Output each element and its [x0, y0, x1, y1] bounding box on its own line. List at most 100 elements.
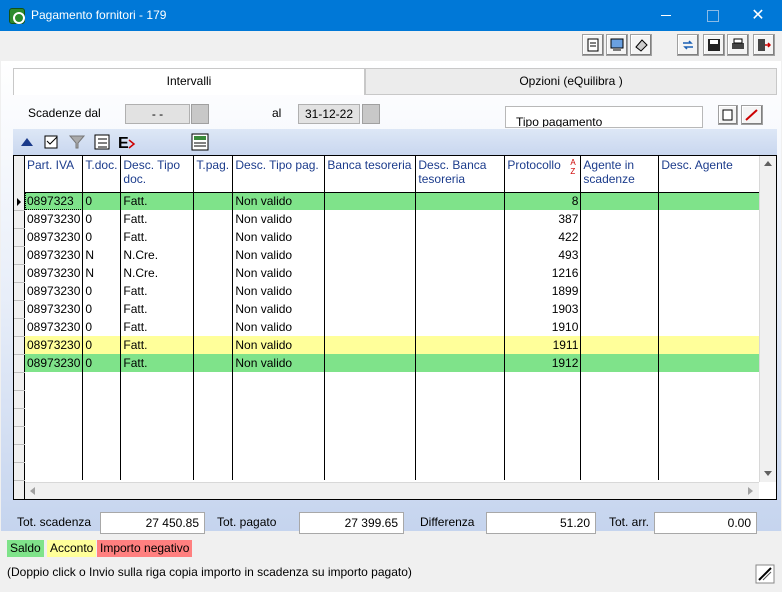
document-icon[interactable] [582, 34, 604, 56]
calculator-icon[interactable] [190, 132, 211, 152]
table-row[interactable]: 08973230 0 Fatt. Non valido 1910 [25, 318, 762, 336]
cell-part-iva[interactable]: 0897323 [25, 192, 84, 210]
cell-tpag[interactable] [193, 192, 234, 210]
tab-intervalli[interactable]: Intervalli [13, 68, 365, 95]
export-icon[interactable]: E [117, 132, 138, 152]
cell-desc-tipo-doc[interactable]: Fatt. [120, 228, 195, 246]
cell-tpag[interactable] [193, 318, 234, 336]
tot-pagato-field[interactable]: 27 399.65 [299, 512, 404, 534]
cell-desc-tipo-doc[interactable]: N.Cre. [120, 246, 195, 264]
cell-tdoc[interactable]: 0 [82, 336, 122, 354]
row-indicator-cell[interactable] [14, 211, 25, 229]
cell-desc-tipo-doc[interactable]: Fatt. [120, 318, 195, 336]
cell-banca[interactable] [324, 228, 417, 246]
cell-protocollo[interactable]: 1903 [504, 300, 582, 318]
col-header-agente[interactable]: Agente in scadenze [580, 156, 660, 193]
cell-desc-banca[interactable] [415, 210, 506, 228]
cell-desc-agente[interactable] [658, 264, 762, 282]
cell-banca[interactable] [324, 264, 417, 282]
cell-desc-agente[interactable] [658, 246, 762, 264]
row-indicator-cell[interactable] [14, 301, 25, 319]
edit-filter-icon[interactable] [42, 132, 63, 152]
columns-icon[interactable] [92, 132, 113, 152]
cell-desc-tipo-pag[interactable]: Non valido [232, 336, 326, 354]
cell-desc-tipo-pag[interactable]: Non valido [232, 282, 326, 300]
cell-desc-agente[interactable] [658, 354, 762, 372]
cell-protocollo[interactable]: 1216 [504, 264, 582, 282]
cell-agente[interactable] [580, 282, 660, 300]
cell-desc-tipo-doc[interactable]: N.Cre. [120, 264, 195, 282]
cell-banca[interactable] [324, 210, 417, 228]
scadenze-dal-field[interactable]: - - [125, 104, 190, 124]
cell-desc-tipo-doc[interactable]: Fatt. [120, 192, 195, 210]
print-icon[interactable] [727, 34, 749, 56]
col-header-desc-agente[interactable]: Desc. Agente [658, 156, 762, 193]
cell-part-iva[interactable]: 08973230 [25, 264, 84, 282]
tab-opzioni[interactable]: Opzioni (eQuilibra ) [365, 68, 777, 95]
tipo-pagamento-doc-icon[interactable] [718, 105, 738, 125]
cell-protocollo[interactable]: 1912 [504, 354, 582, 372]
cell-tpag[interactable] [193, 210, 234, 228]
cell-protocollo[interactable]: 493 [504, 246, 582, 264]
cell-desc-agente[interactable] [658, 318, 762, 336]
cell-agente[interactable] [580, 246, 660, 264]
cell-desc-agente[interactable] [658, 210, 762, 228]
tools-icon[interactable] [755, 564, 775, 584]
cell-desc-tipo-pag[interactable]: Non valido [232, 210, 326, 228]
cell-desc-tipo-pag[interactable]: Non valido [232, 228, 326, 246]
save-icon[interactable] [703, 34, 725, 56]
data-grid[interactable]: Part. IVA T.doc. Desc. Tipo doc. T.pag. … [13, 155, 777, 500]
table-row[interactable]: 08973230 0 Fatt. Non valido 1911 [25, 336, 762, 354]
cell-tdoc[interactable]: N [82, 246, 122, 264]
cell-agente[interactable] [580, 228, 660, 246]
cell-tdoc[interactable]: 0 [82, 282, 122, 300]
tipo-pagamento-clear-icon[interactable] [741, 105, 763, 125]
cell-part-iva[interactable]: 08973230 [25, 228, 84, 246]
cell-desc-tipo-pag[interactable]: Non valido [232, 354, 326, 372]
cell-tdoc[interactable]: 0 [82, 210, 122, 228]
cell-desc-tipo-doc[interactable]: Fatt. [120, 336, 195, 354]
row-indicator-cell[interactable] [14, 373, 25, 391]
cell-tpag[interactable] [193, 300, 234, 318]
table-row[interactable]: 08973230 0 Fatt. Non valido 387 [25, 210, 762, 228]
row-indicator-cell[interactable] [14, 265, 25, 283]
cell-desc-banca[interactable] [415, 336, 506, 354]
cell-protocollo[interactable]: 8 [504, 192, 582, 210]
cell-banca[interactable] [324, 246, 417, 264]
cell-tpag[interactable] [193, 336, 234, 354]
table-row[interactable]: 08973230 0 Fatt. Non valido 1903 [25, 300, 762, 318]
cell-part-iva[interactable]: 08973230 [25, 282, 84, 300]
cell-part-iva[interactable]: 08973230 [25, 210, 84, 228]
row-indicator-cell[interactable] [14, 463, 25, 481]
filter-icon[interactable] [67, 132, 88, 152]
row-indicator-cell[interactable] [14, 283, 25, 301]
cell-desc-agente[interactable] [658, 336, 762, 354]
scroll-down-arrow-icon[interactable] [764, 471, 772, 476]
col-header-desc-banca[interactable]: Desc. Banca tesoreria [415, 156, 506, 193]
scroll-left-arrow-icon[interactable] [30, 487, 35, 495]
cell-tdoc[interactable]: 0 [82, 192, 122, 210]
row-indicator-cell[interactable] [14, 409, 25, 427]
al-field[interactable]: 31-12-22 [298, 104, 360, 124]
table-row[interactable]: 08973230 0 Fatt. Non valido 1899 [25, 282, 762, 300]
cell-desc-agente[interactable] [658, 300, 762, 318]
cell-banca[interactable] [324, 300, 417, 318]
cell-protocollo[interactable]: 1910 [504, 318, 582, 336]
cell-banca[interactable] [324, 192, 417, 210]
cell-desc-agente[interactable] [658, 228, 762, 246]
row-indicator-cell[interactable] [14, 355, 25, 373]
cell-desc-tipo-pag[interactable]: Non valido [232, 264, 326, 282]
cell-agente[interactable] [580, 192, 660, 210]
row-indicator-cell[interactable] [14, 337, 25, 355]
tot-arr-field[interactable]: 0.00 [654, 512, 757, 534]
cell-tdoc[interactable]: 0 [82, 300, 122, 318]
cell-desc-tipo-doc[interactable]: Fatt. [120, 210, 195, 228]
table-row[interactable]: 0897323 0 Fatt. Non valido 8 [25, 192, 762, 210]
cell-desc-banca[interactable] [415, 228, 506, 246]
vertical-scrollbar[interactable] [759, 156, 776, 482]
refresh-arrows-icon[interactable] [677, 34, 699, 56]
minimize-button[interactable] [643, 0, 689, 31]
cell-desc-banca[interactable] [415, 354, 506, 372]
cell-protocollo[interactable]: 422 [504, 228, 582, 246]
col-header-tpag[interactable]: T.pag. [193, 156, 234, 193]
